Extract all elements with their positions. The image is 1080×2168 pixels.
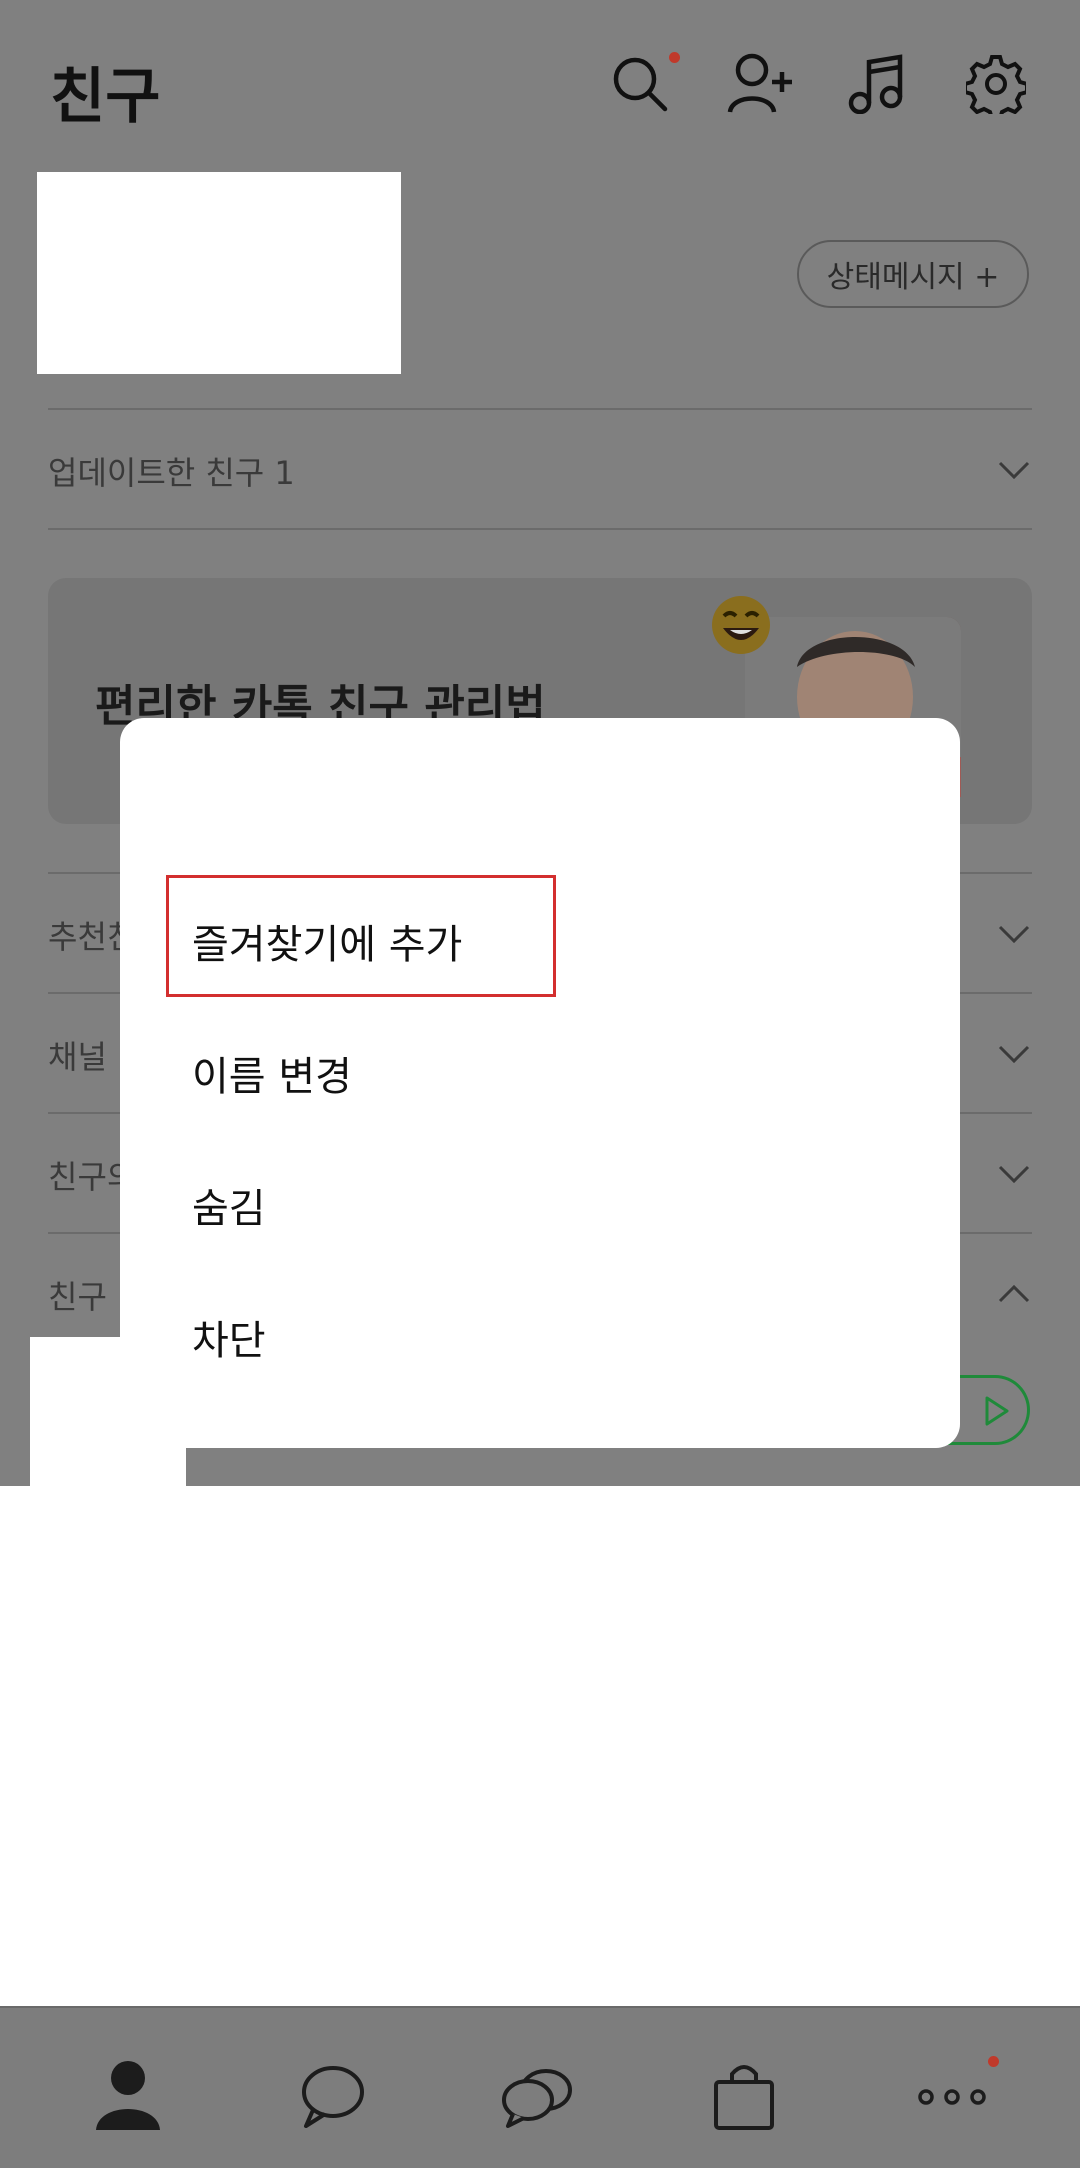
status-message-button[interactable]: 상태메시지 + <box>797 240 1029 308</box>
chevron-down-icon[interactable] <box>996 1036 1032 1072</box>
page-title: 친구 <box>50 62 161 132</box>
music-icon[interactable] <box>848 54 904 114</box>
notification-dot <box>988 2056 999 2067</box>
divider <box>48 528 1032 530</box>
friends-section-label[interactable]: 친구 <box>48 1272 107 1318</box>
bottom-nav <box>0 2006 1080 2168</box>
play-icon[interactable] <box>978 1394 1012 1428</box>
menu-item-block[interactable]: 차단 <box>192 1308 266 1366</box>
gear-icon[interactable] <box>966 54 1026 114</box>
person-icon[interactable] <box>88 2056 168 2136</box>
updated-friends-label[interactable]: 업데이트한 친구 1 <box>48 448 295 494</box>
menu-item-add-favorite[interactable]: 즐겨찾기에 추가 <box>192 912 462 970</box>
context-menu-dialog: 즐겨찾기에 추가 이름 변경 숨김 차단 <box>120 718 960 1448</box>
chat-bubble-icon[interactable] <box>293 2056 373 2136</box>
more-icon[interactable] <box>912 2056 992 2136</box>
notification-dot <box>669 52 680 63</box>
my-profile-card[interactable] <box>37 172 401 374</box>
chevron-down-icon[interactable] <box>996 452 1032 488</box>
menu-item-hide[interactable]: 숨김 <box>192 1176 266 1234</box>
divider <box>48 408 1032 410</box>
chevron-down-icon[interactable] <box>996 916 1032 952</box>
laughing-emoji-icon <box>710 594 772 656</box>
open-chat-icon[interactable] <box>498 2056 578 2136</box>
shopping-bag-icon[interactable] <box>704 2056 784 2136</box>
chevron-up-icon[interactable] <box>996 1276 1032 1312</box>
add-friend-icon[interactable] <box>726 52 794 114</box>
search-icon[interactable] <box>610 54 670 114</box>
chevron-down-icon[interactable] <box>996 1156 1032 1192</box>
menu-item-rename[interactable]: 이름 변경 <box>192 1044 352 1102</box>
channel-label[interactable]: 채널 <box>48 1032 107 1078</box>
